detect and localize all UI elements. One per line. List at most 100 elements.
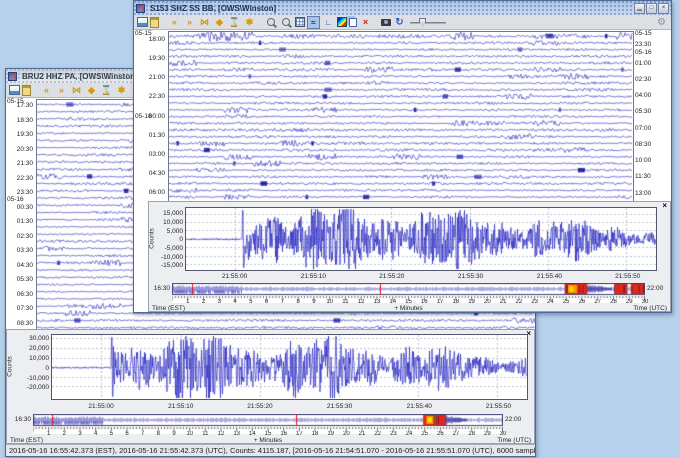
s153-helicorder-window: S153 SHZ SS BB, [OWS\Winston] ▁□× «»⋈◆⌛✱… (133, 0, 672, 313)
heli-time-label: 07:00 (635, 125, 668, 132)
scroll-back-icon[interactable]: « (168, 16, 181, 29)
heli-time-label: 10:00 (635, 157, 668, 164)
copy-view-icon[interactable] (349, 18, 357, 27)
toolbar-separator (33, 84, 38, 97)
s153-helicorder-area[interactable]: ×Counts15,00010,0005,0000-5,000-10,000-1… (134, 30, 671, 312)
x-tick-label: 21:55:50 (486, 403, 511, 410)
y-tick-label: 30,000 (15, 335, 49, 342)
settings-gear-icon[interactable]: ⚙ (655, 16, 668, 29)
expand-time-icon[interactable]: ◆ (85, 84, 98, 97)
heli-settings-icon[interactable]: ✱ (243, 16, 256, 29)
compress-time-icon[interactable]: ⋈ (70, 84, 83, 97)
desktop: { "desktop": {"bg": "#b6d1eb"}, "gear_gl… (0, 0, 680, 458)
toolbar-separator (374, 16, 379, 29)
heli-time-label: 18:00 (134, 36, 165, 43)
scroll-back-icon[interactable]: « (40, 84, 53, 97)
spectrogram-view-icon[interactable] (337, 17, 347, 27)
minimize-button[interactable]: ▁ (634, 3, 645, 14)
minute-tick-label: 12 (218, 431, 225, 437)
heli-date-label: 05-16 (635, 49, 668, 56)
clipboard-icon[interactable] (22, 85, 31, 96)
x-tick-label: 21:55:00 (222, 273, 247, 280)
heli-time-label: 03:30 (6, 247, 33, 254)
minute-tick-label: 18 (312, 431, 319, 437)
heli-time-label: 13:00 (635, 190, 668, 197)
heli-time-label: 00:00 (134, 113, 165, 120)
minute-tick-label: 11 (342, 299, 348, 305)
slider-thumb[interactable] (419, 18, 426, 27)
spectra-view-icon[interactable]: ∟ (322, 16, 335, 29)
open-wave-source-icon[interactable] (9, 85, 20, 95)
x-tick-label: 21:55:10 (301, 273, 326, 280)
x-tick-label: 21:55:00 (88, 403, 113, 410)
zoom-out-icon[interactable] (280, 16, 293, 29)
timezone-left-label: Time (EST) (10, 437, 43, 444)
s153-wave-inset-panel: ×Counts15,00010,0005,0000-5,000-10,000-1… (148, 201, 671, 312)
x-tick-label: 21:55:20 (379, 273, 404, 280)
minute-tick-label: 28 (468, 431, 475, 437)
strip-start-time: 16:30 (149, 285, 170, 292)
heli-settings-icon[interactable]: ✱ (115, 84, 128, 97)
minute-tick-label: 4 (233, 299, 236, 305)
heli-time-label: 07:30 (6, 305, 33, 312)
heli-time-label: 19:30 (134, 55, 165, 62)
inset-close-icon[interactable]: × (662, 202, 667, 210)
clipboard-icon[interactable] (150, 17, 159, 28)
window-title: S153 SHZ SS BB, [OWS\Winston] (148, 4, 278, 13)
scroll-forward-icon[interactable]: » (55, 84, 68, 97)
waveform-canvas[interactable] (52, 335, 527, 399)
x-tick-label: 21:55:10 (168, 403, 193, 410)
minute-tick-label: 24 (406, 431, 413, 437)
minute-tick-label: 28 (610, 299, 617, 305)
compress-time-icon[interactable]: ⋈ (198, 16, 211, 29)
x-tick-label: 21:55:20 (247, 403, 272, 410)
heli-time-label: 08:30 (635, 141, 668, 148)
amplitude-slider[interactable] (408, 16, 448, 29)
last-day-icon[interactable]: ⌛ (100, 84, 113, 97)
zoom-in-icon[interactable] (265, 16, 278, 29)
heli-time-label: 03:00 (134, 151, 165, 158)
heli-time-label: 22:30 (134, 93, 165, 100)
capture-image-icon[interactable] (381, 19, 391, 26)
heli-time-label: 01:30 (134, 132, 165, 139)
waveform-plot[interactable] (185, 207, 657, 271)
minute-tick-label: 7 (281, 299, 284, 305)
grid-view-icon[interactable] (295, 17, 305, 27)
minute-tick-label: 26 (437, 431, 444, 437)
x-tick-label: 21:55:30 (327, 403, 352, 410)
bru2-wave-inset-panel: ×Counts30,00020,00010,0000-10,000-20,000… (6, 329, 535, 444)
maximize-button[interactable]: □ (646, 3, 657, 14)
heli-time-label: 23:30 (6, 189, 33, 196)
scroll-forward-icon[interactable]: » (183, 16, 196, 29)
wave-view-icon[interactable]: ≈ (307, 16, 320, 29)
expand-time-icon[interactable]: ◆ (213, 16, 226, 29)
heli-time-label: 04:00 (635, 92, 668, 99)
minute-tick-label: 25 (421, 431, 428, 437)
minute-tick-label: 21 (500, 299, 507, 305)
x-tick-label: 21:55:40 (537, 273, 562, 280)
toolbar-separator (258, 16, 263, 29)
timezone-right-label: Time (UTC) (633, 305, 667, 312)
strip-end-time: 22:00 (647, 285, 663, 292)
open-wave-source-icon[interactable] (137, 17, 148, 27)
heli-time-label: 02:30 (635, 76, 668, 83)
waveform-plot[interactable] (51, 334, 528, 400)
s153-titlebar[interactable]: S153 SHZ SS BB, [OWS\Winston] ▁□× (134, 1, 671, 15)
waveform-canvas[interactable] (186, 208, 656, 270)
heli-time-label: 00:30 (6, 204, 33, 211)
minute-tick-label: 26 (579, 299, 586, 305)
minute-tick-label: 19 (468, 299, 475, 305)
x-tick-label: 21:55:30 (458, 273, 483, 280)
heli-time-label: 21:30 (6, 160, 33, 167)
last-day-icon[interactable]: ⌛ (228, 16, 241, 29)
minute-tick-label: 22 (516, 299, 523, 305)
minute-tick-label: 8 (157, 431, 160, 437)
minute-tick-label: 29 (484, 431, 491, 437)
close-button[interactable]: × (658, 3, 669, 14)
remove-view-icon[interactable]: × (359, 16, 372, 29)
x-tick-label: 21:55:40 (407, 403, 432, 410)
heli-time-label: 19:30 (6, 131, 33, 138)
minute-tick-label: 1 (186, 299, 189, 305)
heli-time-label: 22:30 (6, 175, 33, 182)
refresh-icon[interactable]: ↻ (393, 16, 406, 29)
